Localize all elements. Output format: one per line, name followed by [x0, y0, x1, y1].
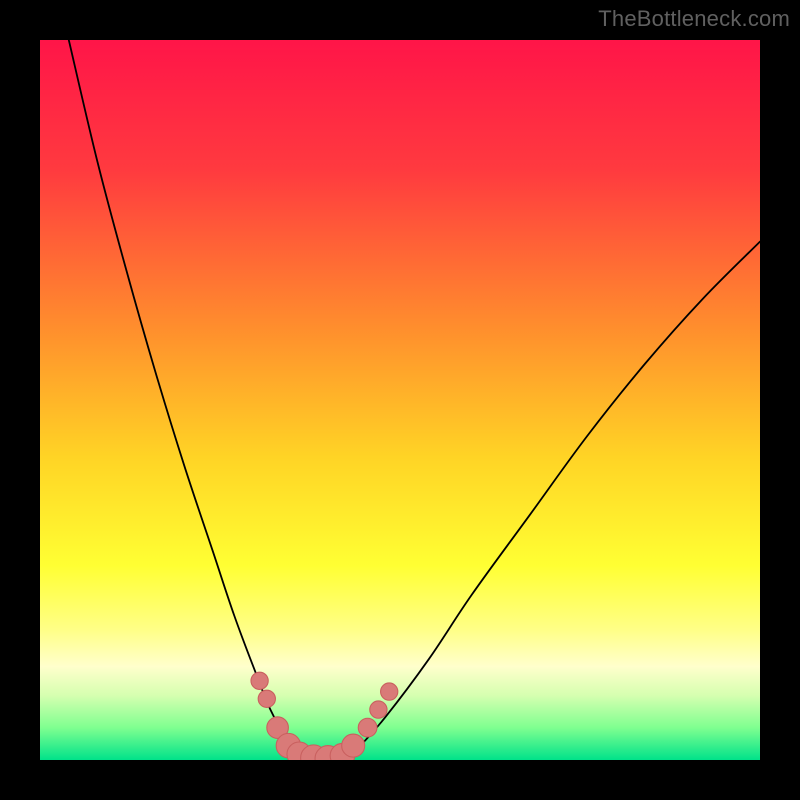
curve-marker-dot: [258, 690, 275, 707]
chart-plot-area: [40, 40, 760, 760]
chart-svg: [40, 40, 760, 760]
curve-marker-dot: [381, 683, 398, 700]
curve-marker-dot: [370, 701, 387, 718]
chart-background-gradient: [40, 40, 760, 760]
curve-marker-dot: [342, 734, 365, 757]
watermark-text: TheBottleneck.com: [598, 6, 790, 32]
chart-frame: TheBottleneck.com: [0, 0, 800, 800]
curve-marker-dot: [251, 672, 268, 689]
curve-marker-dot: [358, 718, 377, 737]
